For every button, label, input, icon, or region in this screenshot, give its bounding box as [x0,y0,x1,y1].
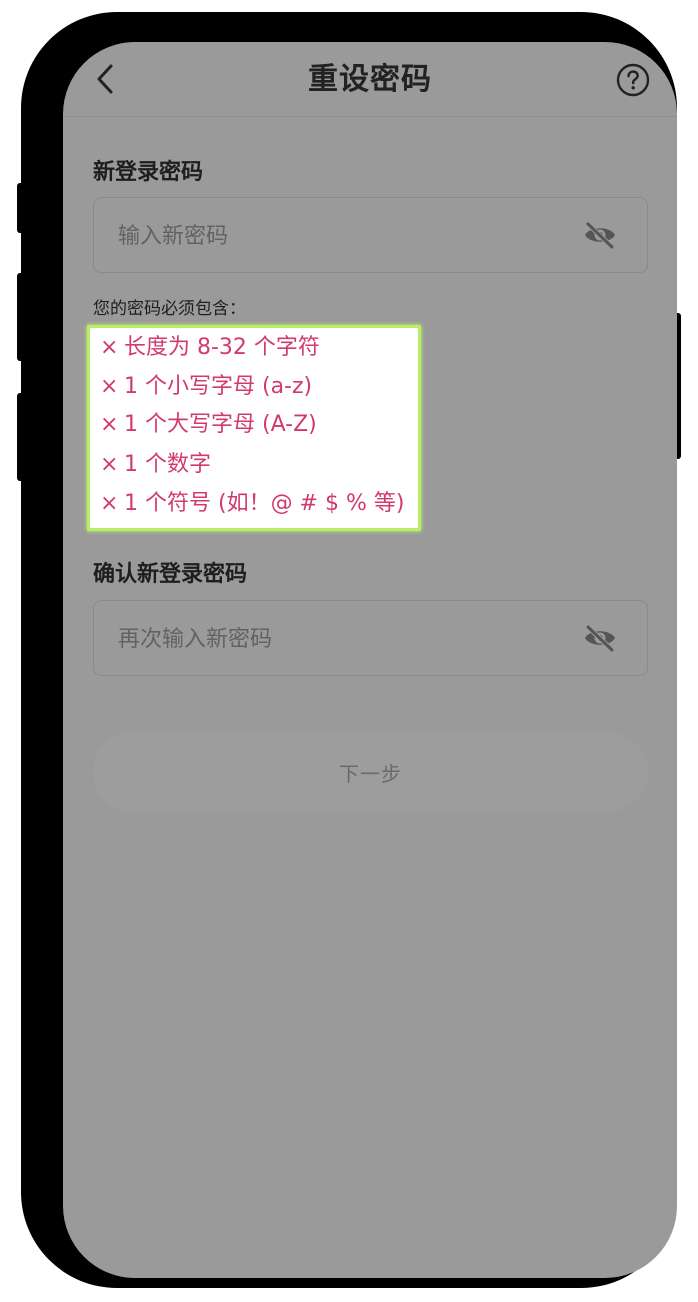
requirement-text: 长度为 8-32 个字符 [124,335,320,360]
requirement-text: 1 个大写字母 (A-Z) [124,412,317,437]
requirement-item: × 1 个小写字母 (a-z) [100,371,312,403]
new-password-label: 新登录密码 [93,160,204,185]
help-button[interactable] [616,63,650,97]
new-password-visibility-toggle[interactable] [582,220,618,250]
cross-icon: × [100,491,119,516]
cross-icon: × [100,412,119,437]
requirement-item: × 1 个数字 [100,449,211,481]
requirement-item: × 1 个大写字母 (A-Z) [100,409,317,441]
requirements-list: × 长度为 8-32 个字符 × 1 个小写字母 (a-z) × 1 个大写字母 (A… [87,325,421,531]
eye-off-icon [585,624,615,653]
requirement-text: 1 个小写字母 (a-z) [124,374,313,399]
requirement-text: 1 个数字 [124,452,211,477]
cross-icon: × [100,374,119,399]
new-password-field[interactable] [93,197,648,274]
requirement-item: × 长度为 8-32 个字符 [100,332,320,364]
cross-icon: × [100,335,119,360]
phone-frame: 重设密码 新登录密码 您的密码必须包含： × 长度为 8-32 个字符 × 1 … [21,12,677,1288]
help-circle-icon [616,63,650,97]
confirm-password-input[interactable] [116,601,560,677]
page-title: 重设密码 [308,62,432,97]
requirement-text: 1 个符号 (如！@ # $ % 等) [124,491,405,516]
requirements-title: 您的密码必须包含： [93,299,246,319]
phone-screen: 重设密码 新登录密码 您的密码必须包含： × 长度为 8-32 个字符 × 1 … [63,42,677,1278]
next-step-button[interactable]: 下一步 [93,732,648,812]
eye-off-icon [585,221,615,250]
requirement-item: × 1 个符号 (如！@ # $ % 等) [100,488,404,520]
header-bar: 重设密码 [63,42,677,117]
confirm-password-field[interactable] [93,600,648,677]
cross-icon: × [100,452,119,477]
confirm-password-label: 确认新登录密码 [93,562,248,587]
new-password-input[interactable] [116,198,560,274]
stage: 重设密码 新登录密码 您的密码必须包含： × 长度为 8-32 个字符 × 1 … [0,0,698,1302]
confirm-password-visibility-toggle[interactable] [582,623,618,653]
